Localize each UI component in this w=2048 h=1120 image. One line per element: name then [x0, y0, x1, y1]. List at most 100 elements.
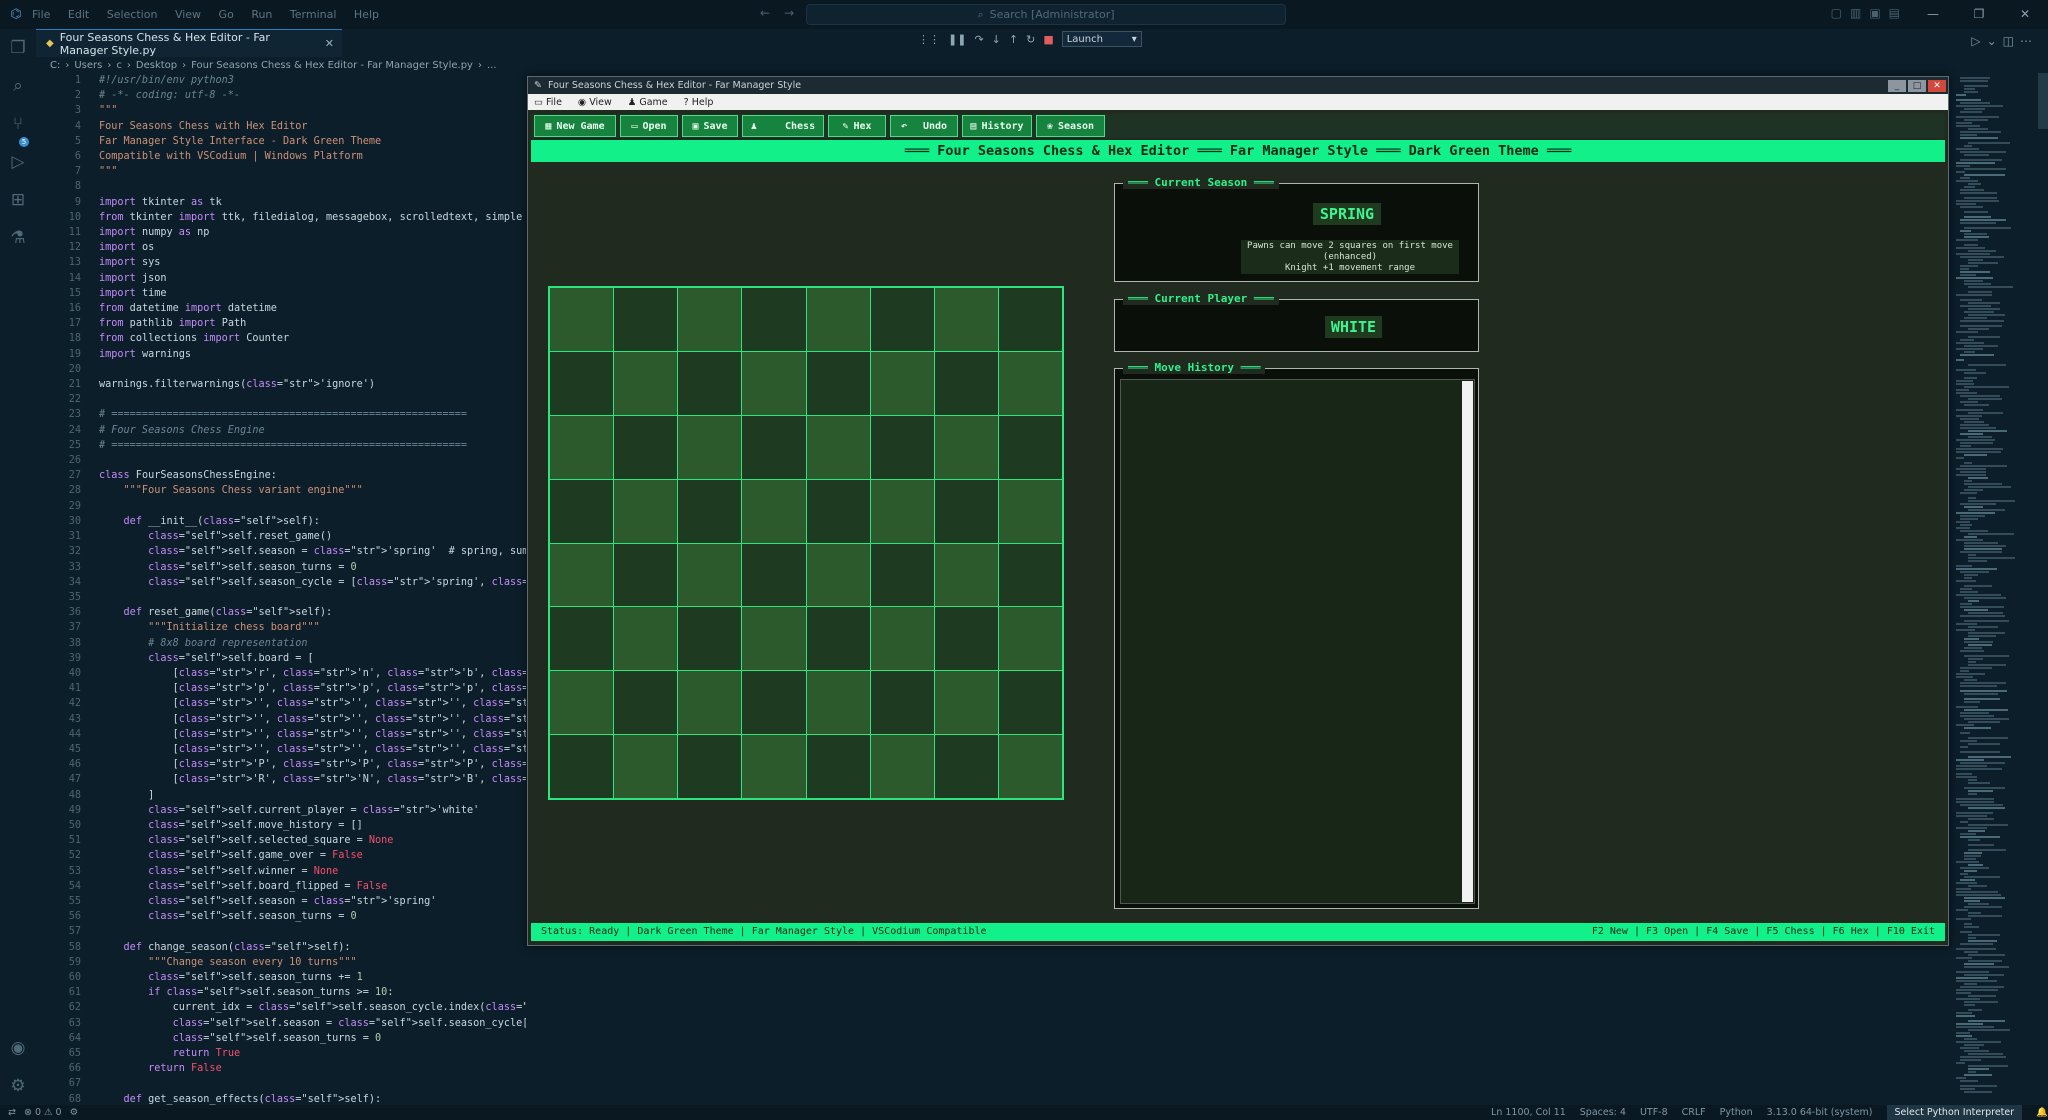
board-square[interactable]	[998, 543, 1062, 607]
code-line[interactable]: class="self">self.season_turns = 0	[99, 909, 526, 924]
board-square[interactable]	[678, 543, 742, 607]
code-content[interactable]: #!/usr/bin/env python3 # -*- coding: utf-…	[99, 73, 526, 1105]
restart-icon[interactable]: ↻	[1026, 33, 1035, 46]
code-line[interactable]: # ======================================…	[99, 438, 526, 453]
encoding[interactable]: UTF-8	[1640, 1107, 1668, 1118]
explorer-icon[interactable]: ❐	[0, 29, 36, 67]
board-square[interactable]	[550, 288, 614, 351]
board-square[interactable]	[742, 543, 806, 607]
code-line[interactable]: class="self">self.game_over = False	[99, 848, 526, 863]
history-scrollbar[interactable]	[1462, 381, 1473, 902]
settings-gear-icon[interactable]: ⚙	[0, 1067, 36, 1105]
code-line[interactable]: class="self">self.season_turns = 0	[99, 1031, 526, 1046]
board-square[interactable]	[678, 479, 742, 543]
code-line[interactable]: class="self">self.board_flipped = False	[99, 879, 526, 894]
minimap[interactable]	[1952, 73, 2048, 1105]
board-square[interactable]	[870, 607, 934, 671]
launch-config-select[interactable]: Launch ▾	[1061, 31, 1142, 47]
code-line[interactable]: class="self">self.current_player = class…	[99, 803, 526, 818]
board-square[interactable]	[550, 479, 614, 543]
board-square[interactable]	[550, 735, 614, 798]
board-square[interactable]	[614, 415, 678, 479]
notifications-bell-icon[interactable]: 🔔	[2036, 1107, 2048, 1118]
open-button[interactable]: ▭ Open	[620, 115, 678, 137]
code-line[interactable]	[99, 924, 526, 939]
board-square[interactable]	[806, 735, 870, 798]
board-square[interactable]	[806, 479, 870, 543]
code-line[interactable]: ]	[99, 788, 526, 803]
code-line[interactable]: from pathlib import Path	[99, 316, 526, 331]
code-line[interactable]: """	[99, 103, 526, 118]
code-line[interactable]: class="self">self.season = class="self">…	[99, 1016, 526, 1031]
new-game-button[interactable]: ▦ New Game	[534, 115, 616, 137]
python-version[interactable]: 3.13.0 64-bit (system)	[1767, 1107, 1873, 1118]
code-line[interactable]: class="self">self.season_cycle = [class=…	[99, 575, 526, 590]
board-square[interactable]	[934, 479, 998, 543]
board-square[interactable]	[870, 351, 934, 415]
code-line[interactable]: # ======================================…	[99, 407, 526, 422]
code-line[interactable]: Far Manager Style Interface - Dark Green…	[99, 134, 526, 149]
language-mode[interactable]: Python	[1720, 1107, 1753, 1118]
board-square[interactable]	[806, 607, 870, 671]
code-line[interactable]: [class="str">'', class="str">'', class="…	[99, 727, 526, 742]
run-debug-icon[interactable]: ▷	[0, 143, 36, 181]
code-line[interactable]: def change_season(class="self">self):	[99, 940, 526, 955]
season-button[interactable]: ❀ Season	[1036, 115, 1105, 137]
board-square[interactable]	[806, 351, 870, 415]
board-square[interactable]	[870, 415, 934, 479]
board-square[interactable]	[678, 415, 742, 479]
close-icon[interactable]: ✕	[2002, 0, 2048, 29]
app-menu-file[interactable]: ▭ File	[534, 97, 562, 108]
board-square[interactable]	[550, 543, 614, 607]
breadcrumb-user[interactable]: c	[116, 60, 122, 71]
board-square[interactable]	[806, 543, 870, 607]
board-square[interactable]	[998, 607, 1062, 671]
code-line[interactable]: # Four Seasons Chess Engine	[99, 423, 526, 438]
board-square[interactable]	[934, 607, 998, 671]
board-square[interactable]	[550, 415, 614, 479]
problems-count[interactable]: ⊗ 0 ⚠ 0	[24, 1107, 62, 1118]
minimize-icon[interactable]: —	[1910, 0, 1956, 29]
board-square[interactable]	[934, 288, 998, 351]
board-square[interactable]	[934, 543, 998, 607]
board-square[interactable]	[870, 288, 934, 351]
stop-icon[interactable]: ■	[1043, 33, 1053, 46]
account-icon[interactable]: ◉	[0, 1029, 36, 1067]
code-line[interactable]: class="self">self.winner = None	[99, 864, 526, 879]
debug-icon[interactable]: ⚙	[70, 1107, 79, 1118]
board-square[interactable]	[998, 415, 1062, 479]
chess-button[interactable]: ♟ Chess	[742, 115, 824, 137]
code-editor[interactable]: 1 2 3 4 5 6 7 8 9 10 11 12 13 14 15 16 17 18 19 20 21 22 23 24 2…	[36, 73, 526, 1105]
board-square[interactable]	[678, 607, 742, 671]
code-line[interactable]: [class="str">'R', class="str">'N', class…	[99, 772, 526, 787]
app-menu-help[interactable]: ? Help	[684, 97, 714, 108]
breadcrumb-users[interactable]: Users	[74, 60, 102, 71]
chess-board[interactable]	[548, 286, 1064, 800]
app-minimize-icon[interactable]: _	[1888, 79, 1906, 92]
board-square[interactable]	[678, 288, 742, 351]
board-square[interactable]	[614, 735, 678, 798]
board-square[interactable]	[870, 543, 934, 607]
step-into-icon[interactable]: ↓	[992, 33, 1001, 46]
cursor-position[interactable]: Ln 1100, Col 11	[1491, 1107, 1566, 1118]
hex-button[interactable]: ✎ Hex	[828, 115, 886, 137]
code-line[interactable]	[99, 179, 526, 194]
board-square[interactable]	[614, 607, 678, 671]
move-history-text[interactable]	[1120, 379, 1475, 904]
code-line[interactable]: class="self">self.season = class="str">'…	[99, 544, 526, 559]
code-line[interactable]: #!/usr/bin/env python3	[99, 73, 526, 88]
code-line[interactable]: class="self">self.season = class="str">'…	[99, 894, 526, 909]
board-square[interactable]	[742, 607, 806, 671]
menu-selection[interactable]: Selection	[107, 8, 158, 21]
line-ending[interactable]: CRLF	[1682, 1107, 1706, 1118]
breadcrumb-file[interactable]: Four Seasons Chess & Hex Editor - Far Ma…	[191, 60, 473, 71]
code-line[interactable]: """Initialize chess board"""	[99, 620, 526, 635]
pause-icon[interactable]: ❚❚	[948, 33, 966, 46]
indentation[interactable]: Spaces: 4	[1580, 1107, 1626, 1118]
board-square[interactable]	[998, 351, 1062, 415]
board-square[interactable]	[614, 671, 678, 735]
save-button[interactable]: ▣ Save	[682, 115, 738, 137]
code-line[interactable]: class="self">self.move_history = []	[99, 818, 526, 833]
code-line[interactable]: [class="str">'', class="str">'', class="…	[99, 742, 526, 757]
board-square[interactable]	[614, 479, 678, 543]
